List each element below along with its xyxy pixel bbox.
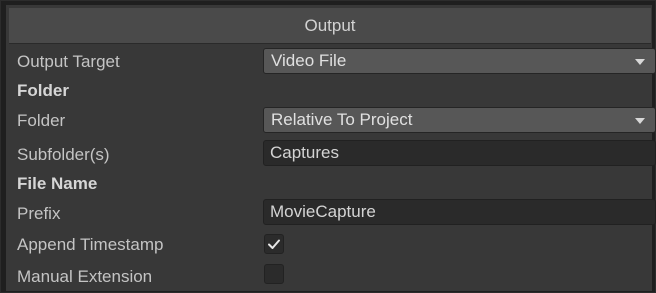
prefix-input[interactable] [264, 200, 655, 224]
folder-value: Relative To Project [271, 110, 413, 129]
checkmark-icon [268, 239, 280, 249]
output-target-value: Video File [271, 51, 347, 70]
section-header-title: Output [304, 15, 356, 35]
inspector-frame: Output Output Target Video File Folder F… [0, 0, 656, 293]
manual-extension-checkbox[interactable] [264, 264, 284, 284]
subfolders-input[interactable] [264, 141, 655, 165]
prefix-field[interactable] [263, 199, 656, 225]
output-target-label: Output Target [17, 52, 120, 71]
file-name-section-heading: File Name [17, 174, 98, 193]
output-target-dropdown[interactable]: Video File [263, 48, 656, 74]
manual-extension-label: Manual Extension [17, 267, 153, 286]
append-timestamp-checkbox[interactable] [264, 234, 284, 254]
chevron-down-icon [635, 59, 645, 65]
section-header[interactable]: Output [9, 8, 651, 44]
folder-section-heading: Folder [17, 81, 69, 100]
chevron-down-icon [635, 118, 645, 124]
prefix-label: Prefix [17, 204, 61, 223]
output-panel: Output Output Target Video File Folder F… [6, 5, 656, 291]
subfolders-field[interactable] [263, 140, 656, 166]
append-timestamp-label: Append Timestamp [17, 235, 164, 254]
subfolders-label: Subfolder(s) [17, 145, 110, 164]
folder-label: Folder [17, 111, 66, 130]
folder-dropdown[interactable]: Relative To Project [263, 107, 656, 133]
